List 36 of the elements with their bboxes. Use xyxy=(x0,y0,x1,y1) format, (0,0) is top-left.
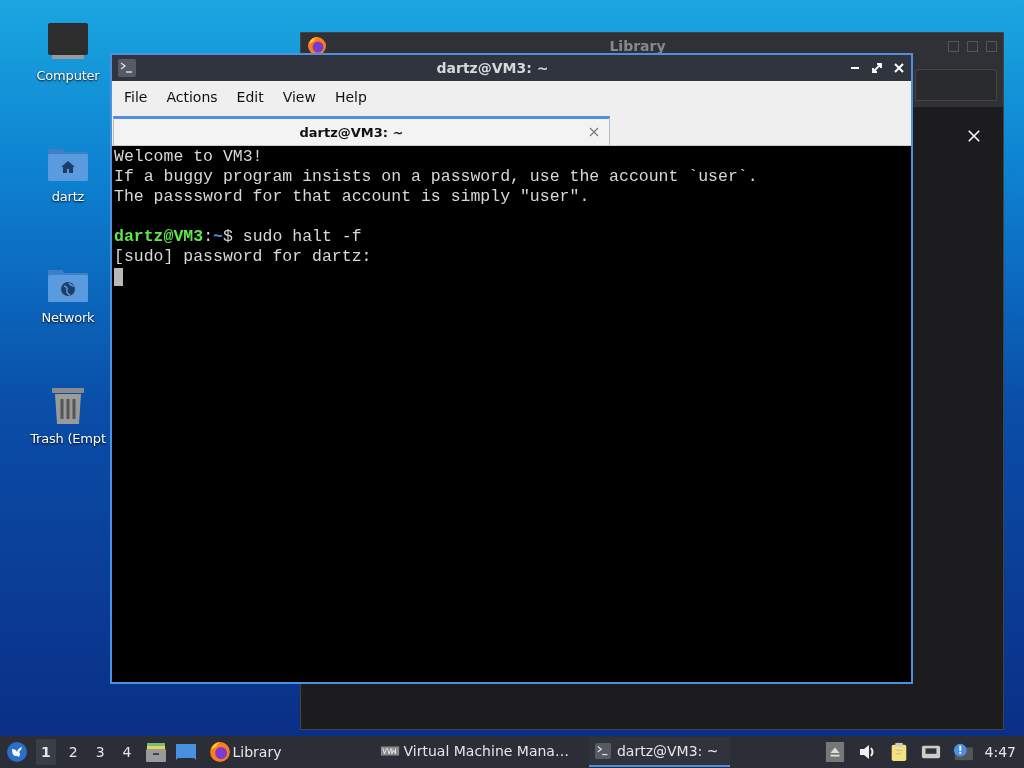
menu-item[interactable]: View xyxy=(280,89,325,105)
icon-label[interactable]: Trash (Empt xyxy=(30,431,106,446)
eject-icon[interactable] xyxy=(824,742,845,762)
workspace-button[interactable]: 1 xyxy=(36,739,56,765)
terminal-line: dartz@VM3:~$ sudo halt -f xyxy=(114,227,363,247)
taskbar-window-button[interactable]: Virtual Machine Mana… xyxy=(375,737,581,767)
icon-label[interactable]: dartz xyxy=(51,189,85,204)
workspace-button[interactable]: 4 xyxy=(117,739,137,765)
terminal-line: The passsword for that account is simply "user". xyxy=(114,187,591,207)
clock[interactable]: 4:47 xyxy=(984,744,1018,760)
desktop-icon[interactable] xyxy=(174,741,197,763)
taskbar-window-button[interactable]: dartz@VM3: ~ xyxy=(588,737,731,767)
browser-launcher[interactable]: Library xyxy=(204,741,286,763)
monitor-icon[interactable] xyxy=(46,22,90,62)
window-title: dartz@VM3: ~ xyxy=(435,60,550,76)
menu-item[interactable]: Actions xyxy=(164,89,227,105)
workspace-button[interactable]: 3 xyxy=(90,739,110,765)
icon-label[interactable]: Network xyxy=(41,310,95,325)
address-field[interactable] xyxy=(915,69,997,101)
vm-icon xyxy=(379,743,400,759)
file-cabinet-icon[interactable] xyxy=(144,741,167,763)
terminal-icon xyxy=(592,743,613,759)
menu-item[interactable]: File xyxy=(122,89,157,105)
terminal-icon xyxy=(118,59,136,77)
menu-item[interactable]: Edit xyxy=(234,89,273,105)
window-title: Library xyxy=(608,38,667,54)
terminal-line: If a buggy program insists on a password, use the account `user`. xyxy=(114,167,759,187)
text-cursor xyxy=(114,268,123,286)
terminal-line: Welcome to VM3! xyxy=(114,147,264,167)
workspace-button[interactable]: 2 xyxy=(63,739,83,765)
menu-item[interactable]: Help xyxy=(332,89,376,105)
terminal-line: [sudo] password for dartz: xyxy=(114,247,373,267)
start-menu-icon[interactable] xyxy=(6,741,28,763)
maximize-icon[interactable] xyxy=(871,62,883,74)
terminal-tab[interactable]: dartz@VM3: ~ xyxy=(113,116,610,145)
notification-icon[interactable] xyxy=(952,742,973,762)
